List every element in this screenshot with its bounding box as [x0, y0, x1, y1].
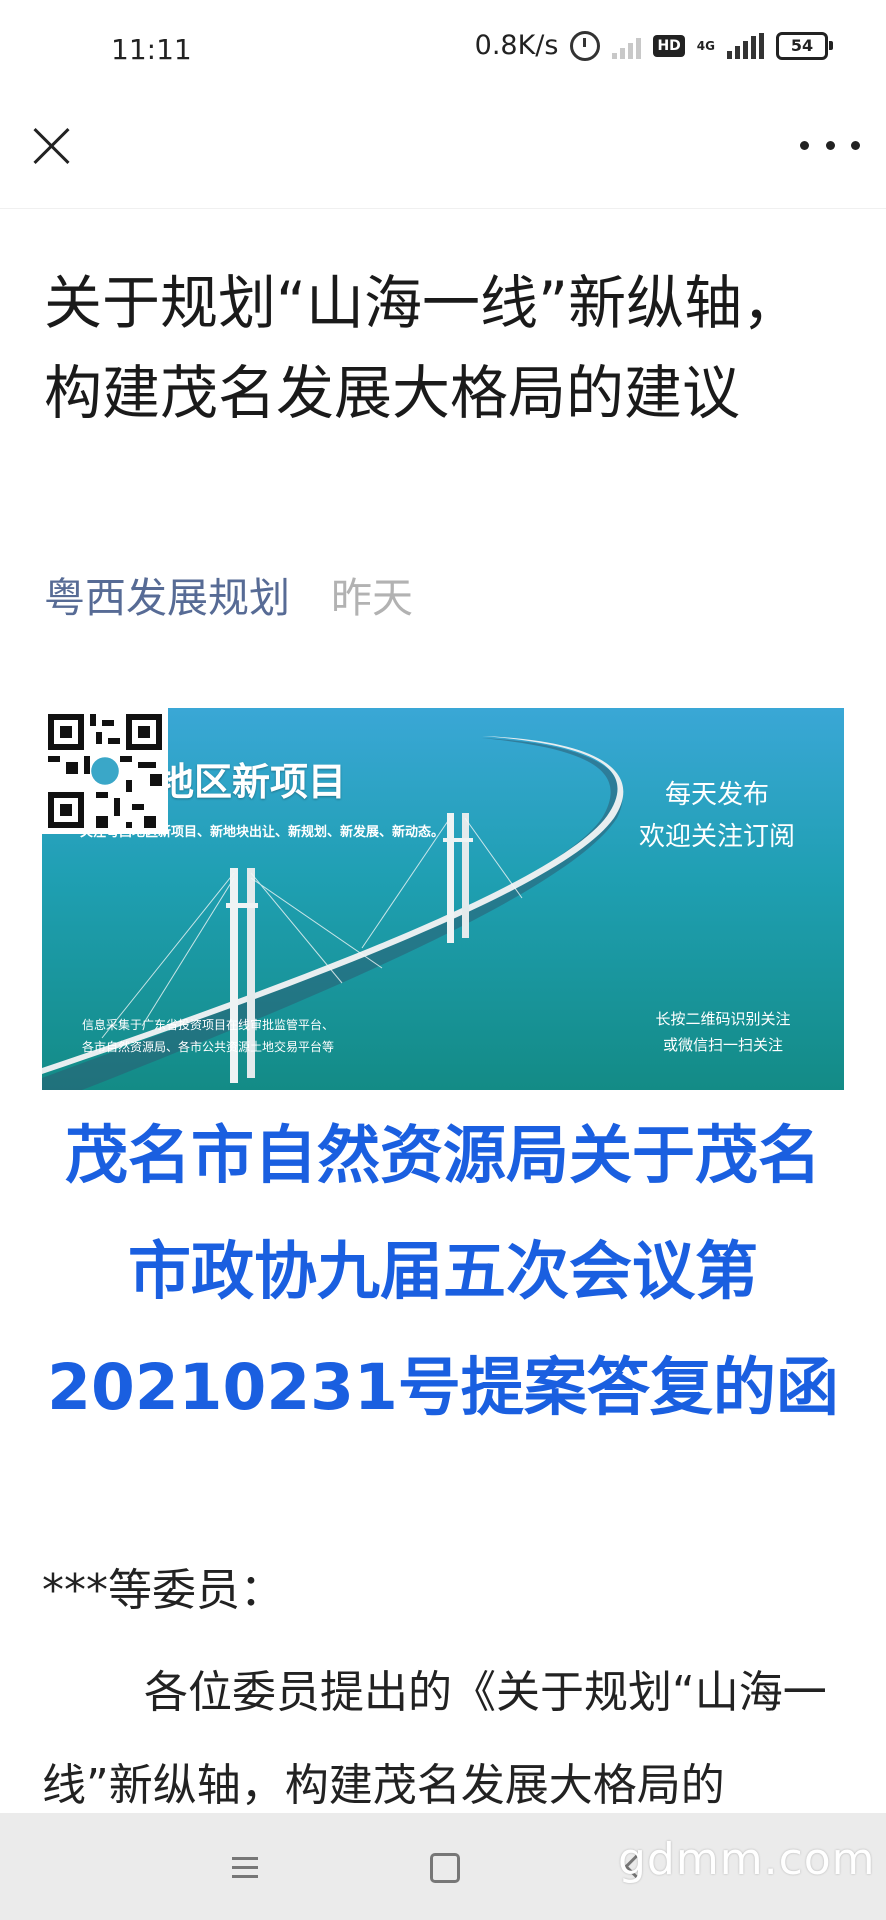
- battery-level: 54: [790, 36, 814, 55]
- menu-icon[interactable]: [232, 1857, 258, 1879]
- hd-badge: HD: [653, 34, 685, 57]
- article-title: 关于规划“山海一线”新纵轴，构建茂名发展大格局的建议: [44, 269, 801, 427]
- banner-source-line2: 各市自然资源局、各市公共资源土地交易平台等: [82, 1040, 335, 1054]
- net-speed: 0.8K/s: [474, 30, 559, 61]
- banner-subscribe-text: 每天发布 欢迎关注订阅: [632, 774, 802, 858]
- banner-daily-line1: 每天发布: [664, 780, 769, 810]
- document-heading: 茂名市自然资源局关于茂名市政协九届五次会议第20210231号提案答复的函: [47, 1119, 839, 1424]
- close-icon[interactable]: [26, 120, 78, 172]
- article-meta: 粤西发展规划 昨天: [44, 564, 413, 624]
- more-dots-icon[interactable]: [800, 130, 860, 160]
- status-bar: 11:11 0.8K/s HD 4G 54: [0, 0, 886, 100]
- banner-qr-line1: 长按二维码识别关注: [655, 1010, 791, 1028]
- qr-code-icon[interactable]: [42, 708, 168, 834]
- top-navigation-bar: [0, 100, 886, 209]
- document-salutation: ***等委员：: [42, 1565, 284, 1616]
- document-body: 各位委员提出的《关于规划“山海一线”新纵轴，构建茂名发展大格局的: [42, 1667, 827, 1811]
- wifi-signal-icon: [612, 33, 642, 59]
- account-name-link[interactable]: 粤西发展规划: [44, 574, 290, 622]
- banner-source-note: 信息采集于广东省投资项目在线审批监管平台、 各市自然资源局、各市公共资源土地交易…: [82, 1014, 334, 1058]
- status-time: 11:11: [111, 33, 192, 66]
- network-type: 4G: [697, 40, 715, 52]
- alarm-icon: [570, 30, 601, 61]
- watermark-text: gdmm.com: [618, 1834, 876, 1885]
- banner-daily-line2: 欢迎关注订阅: [638, 822, 795, 852]
- banner-source-line1: 信息采集于广东省投资项目在线审批监管平台、: [82, 1018, 335, 1032]
- battery-icon: 54: [776, 31, 833, 60]
- banner-qr-instructions: 长按二维码识别关注 或微信扫一扫关注: [628, 1006, 818, 1058]
- cell-signal-icon: [727, 32, 764, 59]
- banner-image: 粤西地区新项目 关注粤西地区新项目、新地块出让、新规划、新发展、新动态。 每天发…: [42, 708, 844, 1090]
- home-icon[interactable]: [430, 1853, 460, 1883]
- banner-qr-line2: 或微信扫一扫关注: [662, 1036, 783, 1054]
- status-icons: 0.8K/s HD 4G 54: [474, 30, 833, 61]
- publish-time: 昨天: [331, 574, 414, 622]
- network-type-label: 4G: [696, 38, 715, 53]
